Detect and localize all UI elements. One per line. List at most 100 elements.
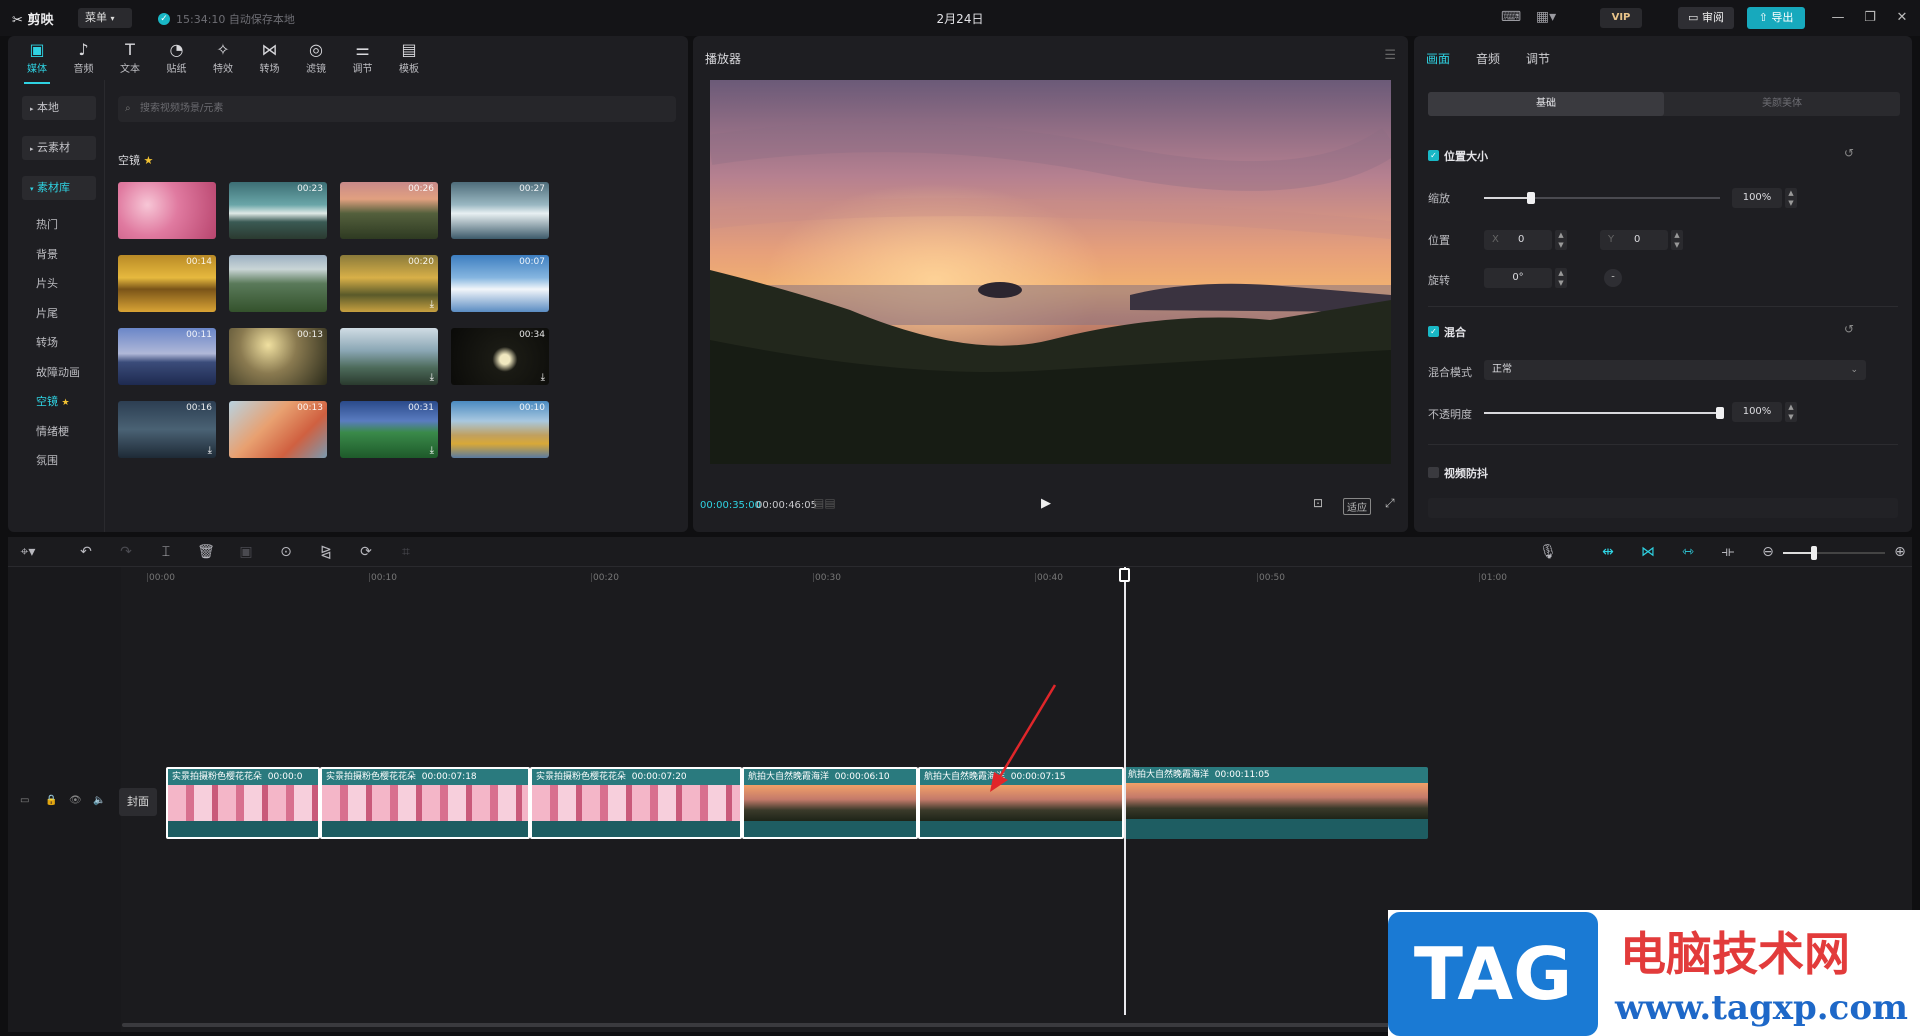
zoom-out-icon[interactable]: ⊖ xyxy=(1758,544,1778,560)
y-field[interactable]: Y0 xyxy=(1600,230,1668,250)
timeline-clip[interactable]: 实景拍摄粉色樱花花朵 00:00:07:18 xyxy=(320,767,530,839)
timeline-clip[interactable]: 实景拍摄粉色樱花花朵 00:00:0 xyxy=(166,767,320,839)
review-button[interactable]: ▭ 审阅 xyxy=(1678,7,1734,29)
track-toggle-icon[interactable]: ▭ xyxy=(20,795,29,806)
timeline-clip[interactable]: 航拍大自然晚霞海洋 00:00:11:05 xyxy=(1124,767,1428,839)
freeze-icon[interactable]: ▣ xyxy=(236,544,256,560)
fullscreen-icon[interactable]: ⤢ xyxy=(1385,496,1395,511)
sidebar-category[interactable]: 故障动画 xyxy=(36,364,80,380)
eye-icon[interactable]: 👁 xyxy=(69,795,82,806)
playhead-handle[interactable] xyxy=(1119,568,1130,582)
sidebar-category[interactable]: 片头 xyxy=(36,275,58,291)
media-thumbnail[interactable]: 00:10 xyxy=(451,401,549,458)
sidebar-category[interactable]: 背景 xyxy=(36,246,58,262)
layout-icon[interactable]: ▦▾ xyxy=(1535,9,1557,27)
media-thumbnail[interactable]: 00:14 xyxy=(118,255,216,312)
tab-template[interactable]: ▤ 模板 xyxy=(384,40,434,80)
blend-mode-select[interactable]: 正常 ⌄ xyxy=(1484,360,1866,380)
tab-audio[interactable]: ♪ 音频 xyxy=(59,40,109,80)
zoom-in-icon[interactable]: ⊕ xyxy=(1890,544,1910,560)
volume-icon[interactable]: 🔈 xyxy=(93,795,105,806)
tab-effects[interactable]: ✧ 特效 xyxy=(198,40,248,80)
ratio-button[interactable]: 适应 xyxy=(1343,498,1371,515)
media-thumbnail[interactable]: 00:27 xyxy=(451,182,549,239)
media-thumbnail[interactable]: 00:11 xyxy=(118,328,216,385)
media-thumbnail[interactable]: 00:07 xyxy=(451,255,549,312)
search-input[interactable]: ⌕ 搜索视频场景/元素 xyxy=(118,96,676,122)
opacity-value[interactable]: 100% xyxy=(1732,402,1782,422)
sidebar-category[interactable]: 热门 xyxy=(36,216,58,232)
tab-media[interactable]: ▣ 媒体 xyxy=(12,40,62,84)
playhead[interactable] xyxy=(1124,567,1126,1015)
redo-icon[interactable]: ↷ xyxy=(116,544,136,560)
y-stepper[interactable]: ▲ ▼ xyxy=(1671,230,1683,250)
media-thumbnail[interactable]: 00:20 ⤓ xyxy=(340,255,438,312)
download-icon[interactable]: ⤓ xyxy=(208,445,212,456)
tab-text[interactable]: T 文本 xyxy=(105,40,155,80)
speed-icon[interactable]: ⊙ xyxy=(276,544,296,560)
media-thumbnail[interactable]: 00:26 xyxy=(340,182,438,239)
timeline-clip[interactable]: 航拍大自然晚霞海洋 00:00:06:10 xyxy=(742,767,918,839)
reset-icon[interactable]: ↺ xyxy=(1844,146,1854,160)
close-icon[interactable]: ✕ xyxy=(1892,8,1912,28)
property-tab[interactable]: 画面 xyxy=(1426,50,1450,67)
download-icon[interactable]: ⤓ xyxy=(430,372,434,383)
media-thumbnail[interactable] xyxy=(229,255,327,312)
preview-axis-icon[interactable]: ⇿ xyxy=(1678,544,1698,560)
reset-icon[interactable]: ↺ xyxy=(1844,322,1854,336)
play-button[interactable]: ▶ xyxy=(1041,496,1051,511)
cover-button[interactable]: 封面 xyxy=(119,788,157,816)
crop-icon[interactable]: ⌗ xyxy=(396,544,416,560)
link-icon[interactable]: ⋈ xyxy=(1638,544,1658,560)
tab-basic[interactable]: 基础 xyxy=(1428,92,1664,116)
media-thumbnail[interactable]: 00:34 ⤓ xyxy=(451,328,549,385)
lock-icon[interactable]: 🔒 xyxy=(45,795,57,806)
media-thumbnail[interactable]: 00:31 ⤓ xyxy=(340,401,438,458)
split-icon[interactable]: ⌶ xyxy=(156,544,176,560)
x-field[interactable]: X0 xyxy=(1484,230,1552,250)
sidebar-category[interactable]: 片尾 xyxy=(36,305,58,321)
rotate-dial-icon[interactable]: ⁃ xyxy=(1604,269,1622,287)
sidebar-item-local[interactable]: ▸ 本地 xyxy=(22,96,96,120)
auto-snap-icon[interactable]: ⇹ xyxy=(1598,544,1618,560)
timecode-grid-icon[interactable]: ▤▤ xyxy=(813,496,836,510)
vip-badge[interactable]: VIP xyxy=(1600,8,1642,28)
download-icon[interactable]: ⤓ xyxy=(430,299,434,310)
scale-slider-knob[interactable] xyxy=(1527,192,1536,204)
tab-transition[interactable]: ⋈ 转场 xyxy=(245,40,295,80)
media-thumbnail[interactable]: 00:13 xyxy=(229,328,327,385)
scale-stepper[interactable]: ▲ ▼ xyxy=(1785,188,1797,208)
media-thumbnail[interactable]: 00:23 xyxy=(229,182,327,239)
maximize-icon[interactable]: ❐ xyxy=(1860,8,1880,28)
media-thumbnail[interactable]: 00:13 xyxy=(229,401,327,458)
timeline-clip[interactable]: 实景拍摄粉色樱花花朵 00:00:07:20 xyxy=(530,767,742,839)
zoom-slider-knob[interactable] xyxy=(1811,546,1817,560)
opacity-slider-knob[interactable] xyxy=(1716,407,1724,419)
x-stepper[interactable]: ▲ ▼ xyxy=(1555,230,1567,250)
media-thumbnail[interactable] xyxy=(118,182,216,239)
tab-beauty[interactable]: 美颜美体 xyxy=(1664,92,1900,116)
sidebar-category[interactable]: 空镜 ★ xyxy=(36,393,70,409)
crop-fit-icon[interactable]: ⊡ xyxy=(1313,496,1323,510)
tab-sticker[interactable]: ◔ 贴纸 xyxy=(152,40,202,80)
sidebar-category[interactable]: 氛围 xyxy=(36,452,58,468)
media-thumbnail[interactable]: ⤓ xyxy=(340,328,438,385)
sidebar-category[interactable]: 情绪梗 xyxy=(36,423,69,439)
delete-icon[interactable]: 🗑 xyxy=(196,544,216,560)
hamburger-icon[interactable]: ☰ xyxy=(1384,48,1396,63)
blend-checkbox[interactable]: ✓ xyxy=(1428,326,1439,337)
sidebar-category[interactable]: 转场 xyxy=(36,334,58,350)
tab-filter[interactable]: ◎ 滤镜 xyxy=(291,40,341,80)
property-tab[interactable]: 音频 xyxy=(1476,50,1500,67)
sidebar-item-library[interactable]: ▾ 素材库 xyxy=(22,176,96,200)
select-tool-icon[interactable]: ⌖▾ xyxy=(18,544,38,560)
media-thumbnail[interactable]: 00:16 ⤓ xyxy=(118,401,216,458)
scale-value[interactable]: 100% xyxy=(1732,188,1782,208)
tab-adjust[interactable]: ⚌ 调节 xyxy=(338,40,388,80)
pos-size-checkbox[interactable]: ✓ xyxy=(1428,150,1439,161)
sidebar-item-cloud[interactable]: ▸ 云素材 xyxy=(22,136,96,160)
rotate-value[interactable]: 0° xyxy=(1484,268,1552,288)
property-tab[interactable]: 调节 xyxy=(1526,50,1550,67)
mirror-icon[interactable]: ⧎ xyxy=(316,544,336,560)
minimize-icon[interactable]: — xyxy=(1828,8,1848,28)
